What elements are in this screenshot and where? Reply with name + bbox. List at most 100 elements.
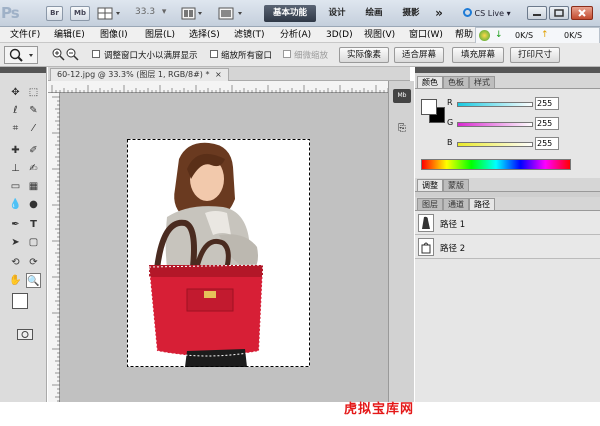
quick-mask-icon bbox=[21, 331, 29, 338]
channel-g-slider[interactable] bbox=[457, 122, 533, 127]
3d-rotate-tool-icon[interactable]: ⟲ bbox=[8, 255, 23, 270]
type-tool-icon[interactable]: T bbox=[26, 217, 41, 232]
menu-view[interactable]: 视图(V) bbox=[364, 27, 395, 43]
zoom-all-windows-checkbox[interactable] bbox=[210, 50, 218, 58]
minibridge-button[interactable]: Mb bbox=[70, 6, 90, 21]
shape-tool-icon[interactable]: ▢ bbox=[26, 235, 41, 250]
marquee-tool-icon[interactable]: ⬚ bbox=[26, 85, 41, 100]
eyedropper-tool-icon[interactable]: ⁄ bbox=[26, 121, 41, 136]
minibridge-panel-icon[interactable]: Mb bbox=[393, 89, 411, 103]
actual-pixels-button[interactable]: 实际像素 bbox=[339, 47, 389, 63]
channel-r-slider[interactable] bbox=[457, 102, 533, 107]
close-tab-icon[interactable]: × bbox=[215, 70, 222, 79]
cslive-button[interactable]: CS Live ▾ bbox=[463, 6, 519, 21]
move-tool-icon[interactable]: ✥ bbox=[8, 85, 23, 100]
channel-r-value[interactable]: 255 bbox=[535, 97, 559, 110]
screen-mode-button[interactable] bbox=[216, 6, 246, 21]
resize-windows-checkbox[interactable] bbox=[92, 50, 100, 58]
panels-dock: 颜色 色板 样式 R 255 G 255 B 255 调整 蒙版 图层 通道 路… bbox=[415, 67, 600, 402]
scrubby-zoom-checkbox[interactable] bbox=[283, 50, 291, 58]
menu-analysis[interactable]: 分析(A) bbox=[280, 27, 311, 43]
brush-tool-icon[interactable]: ✐ bbox=[26, 143, 41, 158]
menu-file[interactable]: 文件(F) bbox=[10, 27, 40, 43]
hand-tool-icon[interactable]: ✋ bbox=[8, 273, 23, 288]
tab-channels[interactable]: 通道 bbox=[443, 198, 469, 210]
paths-panel: 路径 1 路径 2 bbox=[415, 210, 600, 402]
menu-edit[interactable]: 编辑(E) bbox=[54, 27, 85, 43]
workspace-essentials[interactable]: 基本功能 bbox=[264, 5, 316, 22]
close-icon bbox=[578, 9, 586, 17]
path-name: 路径 1 bbox=[440, 220, 466, 230]
tab-paths[interactable]: 路径 bbox=[469, 198, 495, 210]
zoom-tool-icon[interactable]: 🔍 bbox=[26, 273, 41, 288]
menu-3d[interactable]: 3D(D) bbox=[326, 27, 353, 43]
menu-layer[interactable]: 图层(L) bbox=[145, 27, 175, 43]
document-tab[interactable]: 60-12.jpg @ 33.3% (图层 1, RGB/8#) * × bbox=[50, 68, 229, 81]
color-spectrum-ramp[interactable] bbox=[421, 159, 571, 170]
history-panel-icon[interactable]: ⎘ bbox=[393, 123, 411, 137]
zoom-out-button[interactable] bbox=[66, 48, 79, 61]
workspace-painting[interactable]: 绘画 bbox=[359, 5, 389, 22]
fit-screen-button[interactable]: 适合屏幕 bbox=[394, 47, 444, 63]
quick-mask-button[interactable] bbox=[17, 329, 33, 340]
ruler-ticks bbox=[52, 96, 60, 402]
foreground-color-swatch[interactable] bbox=[12, 293, 28, 309]
path-row[interactable]: 路径 2 bbox=[415, 235, 600, 259]
zoom-level-value: 33.3 bbox=[135, 7, 156, 17]
dodge-tool-icon[interactable]: ● bbox=[26, 197, 41, 212]
healing-brush-tool-icon[interactable]: ✚ bbox=[8, 143, 23, 158]
tab-layers[interactable]: 图层 bbox=[417, 198, 443, 210]
tab-masks[interactable]: 蒙版 bbox=[443, 179, 469, 191]
fill-screen-button[interactable]: 填充屏幕 bbox=[452, 47, 504, 63]
menu-image[interactable]: 图像(I) bbox=[100, 27, 128, 43]
adjust-panel-tabs: 调整 蒙版 bbox=[417, 179, 469, 191]
tool-preset-picker[interactable] bbox=[4, 46, 38, 64]
menu-window[interactable]: 窗口(W) bbox=[409, 27, 443, 43]
lasso-tool-icon[interactable]: ℓ bbox=[8, 103, 23, 118]
3d-orbit-tool-icon[interactable]: ⟳ bbox=[26, 255, 41, 270]
panel-dock-header[interactable] bbox=[415, 67, 600, 73]
tab-adjustments[interactable]: 调整 bbox=[417, 179, 443, 191]
tools-panel-header[interactable] bbox=[0, 67, 46, 73]
clone-stamp-tool-icon[interactable]: ⊥ bbox=[8, 161, 23, 176]
menu-select[interactable]: 选择(S) bbox=[189, 27, 220, 43]
channel-b-label: B bbox=[447, 138, 453, 147]
ruler-ticks bbox=[51, 85, 409, 93]
document-tab-title: 60-12.jpg @ 33.3% (图层 1, RGB/8#) * bbox=[57, 70, 210, 79]
tab-color[interactable]: 颜色 bbox=[417, 76, 443, 88]
channel-b-slider[interactable] bbox=[457, 142, 533, 147]
bridge-button[interactable]: Br bbox=[46, 6, 63, 21]
blur-tool-icon[interactable]: 💧 bbox=[8, 197, 23, 212]
history-brush-tool-icon[interactable]: ✍ bbox=[26, 161, 41, 176]
path-selection-tool-icon[interactable]: ➤ bbox=[8, 235, 23, 250]
print-size-button[interactable]: 打印尺寸 bbox=[510, 47, 560, 63]
eraser-tool-icon[interactable]: ▭ bbox=[8, 179, 23, 194]
watermark-text: 虎拟宝库网 bbox=[344, 402, 415, 417]
zoom-level-field[interactable]: 33.3 ▾ bbox=[135, 7, 175, 20]
arrange-documents-button[interactable] bbox=[180, 6, 206, 21]
close-button[interactable] bbox=[571, 6, 593, 20]
chevron-down-icon: ▾ bbox=[161, 7, 167, 17]
channel-b-value[interactable]: 255 bbox=[535, 137, 559, 150]
channel-g-value[interactable]: 255 bbox=[535, 117, 559, 130]
workspace-design[interactable]: 设计 bbox=[322, 5, 352, 22]
view-extras-button[interactable] bbox=[96, 6, 124, 21]
zoom-in-button[interactable] bbox=[52, 48, 65, 61]
photoshop-window: Ps Br Mb 33.3 ▾ 基本功能 设计 绘画 摄影 » CS Live … bbox=[0, 0, 600, 426]
cslive-label: CS Live bbox=[474, 9, 505, 18]
tab-swatches[interactable]: 色板 bbox=[443, 76, 469, 88]
gradient-tool-icon[interactable]: ▦ bbox=[26, 179, 41, 194]
tab-styles[interactable]: 样式 bbox=[469, 76, 495, 88]
quick-selection-tool-icon[interactable]: ✎ bbox=[26, 103, 41, 118]
crop-tool-icon[interactable]: ⌗ bbox=[8, 121, 23, 136]
minimize-button[interactable] bbox=[527, 6, 547, 20]
maximize-button[interactable] bbox=[549, 6, 569, 20]
more-workspaces-button[interactable]: » bbox=[430, 5, 448, 22]
document-canvas[interactable] bbox=[127, 139, 310, 367]
panel-foreground-swatch[interactable] bbox=[421, 99, 437, 115]
menu-filter[interactable]: 滤镜(T) bbox=[234, 27, 265, 43]
pen-tool-icon[interactable]: ✒ bbox=[8, 217, 23, 232]
workspace-photography[interactable]: 摄影 bbox=[396, 5, 426, 22]
menu-help[interactable]: 帮助 bbox=[455, 27, 473, 43]
path-row[interactable]: 路径 1 bbox=[415, 211, 600, 235]
